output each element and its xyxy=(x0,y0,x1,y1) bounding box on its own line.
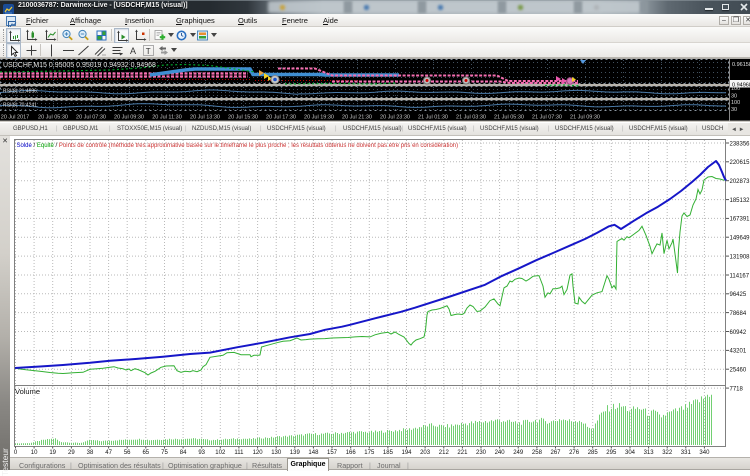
svg-text:185: 185 xyxy=(383,450,394,456)
svg-text:19: 19 xyxy=(49,450,56,456)
svg-text:194: 194 xyxy=(401,450,412,456)
svg-text:285: 285 xyxy=(588,450,599,456)
svg-text:20 Jul 09:30: 20 Jul 09:30 xyxy=(114,115,144,121)
svg-text:21 Jul 05:30: 21 Jul 05:30 xyxy=(494,115,524,121)
svg-text:230: 230 xyxy=(476,450,487,456)
svg-text:56: 56 xyxy=(124,450,131,456)
svg-text:202873: 202873 xyxy=(730,179,750,185)
svg-text:114167: 114167 xyxy=(730,273,750,279)
svg-text:102: 102 xyxy=(215,450,226,456)
svg-text:120: 120 xyxy=(253,450,264,456)
svg-text:157: 157 xyxy=(327,450,338,456)
svg-text:166: 166 xyxy=(346,450,357,456)
svg-text:21 Jul 09:30: 21 Jul 09:30 xyxy=(570,115,600,121)
svg-text:USDCHF,M15 0.95005 0.95019 0.: USDCHF,M15 0.95005 0.95019 0.94932 0.949… xyxy=(3,62,156,69)
svg-text:20 Jul 21:30: 20 Jul 21:30 xyxy=(342,115,372,121)
svg-text:43201: 43201 xyxy=(730,349,747,355)
svg-text:212: 212 xyxy=(439,450,450,456)
svg-text:331: 331 xyxy=(681,450,692,456)
svg-text:7718: 7718 xyxy=(730,386,744,392)
svg-text:340: 340 xyxy=(699,450,710,456)
svg-text:100: 100 xyxy=(731,100,740,106)
svg-text:267: 267 xyxy=(550,450,561,456)
svg-text:295: 295 xyxy=(606,450,617,456)
svg-text:148: 148 xyxy=(308,450,319,456)
svg-text:322: 322 xyxy=(662,450,673,456)
svg-text:47: 47 xyxy=(105,450,112,456)
svg-text:304: 304 xyxy=(625,450,636,456)
svg-text:111: 111 xyxy=(234,450,244,456)
svg-text:10: 10 xyxy=(31,450,38,456)
svg-text:175: 175 xyxy=(364,450,375,456)
svg-text:20 Jul 05:30: 20 Jul 05:30 xyxy=(38,115,68,121)
svg-text:65: 65 xyxy=(142,450,149,456)
svg-text:20 Jul 17:30: 20 Jul 17:30 xyxy=(266,115,296,121)
svg-text:238356: 238356 xyxy=(730,141,750,147)
svg-text:A: A xyxy=(130,46,136,56)
svg-text:20 Jul 2017: 20 Jul 2017 xyxy=(1,115,29,121)
svg-text:313: 313 xyxy=(644,450,655,456)
svg-text:25460: 25460 xyxy=(730,368,747,374)
svg-text:75: 75 xyxy=(161,450,168,456)
svg-text:Solde / Equité / Points de con: Solde / Equité / Points de contrôle (mét… xyxy=(17,143,459,149)
svg-text:240: 240 xyxy=(495,450,506,456)
svg-text:149649: 149649 xyxy=(730,236,750,242)
svg-text:29: 29 xyxy=(68,450,75,456)
svg-text:84: 84 xyxy=(180,450,187,456)
svg-text:30: 30 xyxy=(731,107,737,113)
svg-text:Volume: Volume xyxy=(15,387,40,396)
svg-text:100: 100 xyxy=(731,86,740,92)
svg-text:221: 221 xyxy=(457,450,468,456)
svg-text:96425: 96425 xyxy=(730,292,747,298)
svg-text:20 Jul 07:30: 20 Jul 07:30 xyxy=(76,115,106,121)
svg-text:78684: 78684 xyxy=(730,311,747,317)
svg-text:30: 30 xyxy=(731,94,737,100)
svg-text:20 Jul 13:30: 20 Jul 13:30 xyxy=(190,115,220,121)
svg-text:21 Jul 03:30: 21 Jul 03:30 xyxy=(456,115,486,121)
svg-text:131908: 131908 xyxy=(730,254,750,260)
svg-text:T: T xyxy=(145,46,150,55)
svg-text:21 Jul 01:30: 21 Jul 01:30 xyxy=(418,115,448,121)
svg-text:185132: 185132 xyxy=(730,198,750,204)
svg-text:167391: 167391 xyxy=(730,217,750,223)
svg-text:93: 93 xyxy=(198,450,205,456)
svg-text:249: 249 xyxy=(513,450,524,456)
svg-text:276: 276 xyxy=(569,450,580,456)
svg-text:20 Jul 23:30: 20 Jul 23:30 xyxy=(380,115,410,121)
svg-text:20 Jul 19:30: 20 Jul 19:30 xyxy=(304,115,334,121)
svg-text:20 Jul 15:30: 20 Jul 15:30 xyxy=(228,115,258,121)
svg-text:139: 139 xyxy=(290,450,301,456)
svg-text:130: 130 xyxy=(271,450,282,456)
svg-text:203: 203 xyxy=(420,450,431,456)
svg-text:0.96158: 0.96158 xyxy=(732,62,750,68)
svg-text:20 Jul 11:30: 20 Jul 11:30 xyxy=(152,115,182,121)
svg-text:38: 38 xyxy=(87,450,94,456)
svg-text:60942: 60942 xyxy=(730,330,747,336)
svg-text:220615: 220615 xyxy=(730,160,750,166)
svg-text:21 Jul 07:30: 21 Jul 07:30 xyxy=(532,115,562,121)
svg-text:RSI(8) 70.4241: RSI(8) 70.4241 xyxy=(3,103,37,109)
svg-text:258: 258 xyxy=(532,450,543,456)
svg-text:RSI(8) 21.4896: RSI(8) 21.4896 xyxy=(3,89,37,95)
